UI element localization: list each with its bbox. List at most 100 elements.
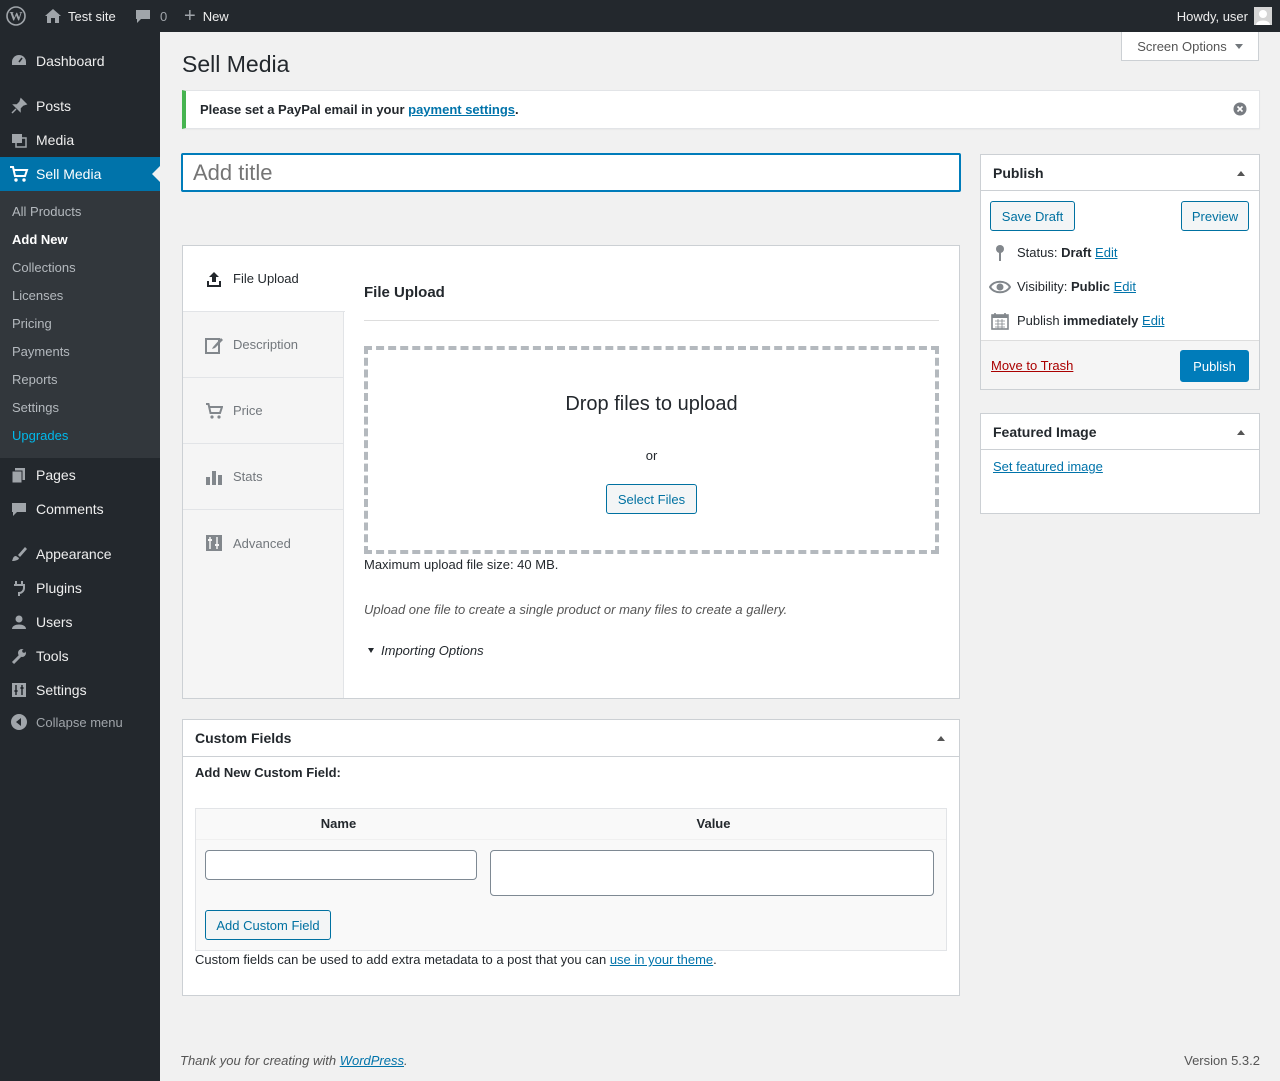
- menu-item-media[interactable]: Media: [0, 123, 160, 157]
- status-row: Status: Draft Edit: [991, 244, 1251, 262]
- publish-date-label: Publish: [1017, 313, 1064, 328]
- collapse-arrow-icon[interactable]: [1237, 430, 1245, 435]
- menu-label: Sell Media: [36, 166, 102, 182]
- drop-zone[interactable]: Drop files to upload or Select Files: [364, 346, 939, 554]
- menu-label: Users: [36, 614, 73, 630]
- visibility-value: Public: [1070, 279, 1110, 294]
- menu-item-appearance[interactable]: Appearance: [0, 537, 160, 571]
- svg-text:W: W: [10, 9, 23, 24]
- menu-item-posts[interactable]: Posts: [0, 89, 160, 123]
- visibility-row: Visibility: Public Edit: [988, 278, 1251, 296]
- publish-date-value: immediately: [1063, 313, 1139, 328]
- heading-divider: [364, 320, 939, 321]
- menu-item-pages[interactable]: Pages: [0, 458, 160, 492]
- custom-fields-header[interactable]: Custom Fields: [183, 720, 959, 757]
- header-divider: [196, 839, 946, 840]
- submenu-collections[interactable]: Collections: [12, 260, 76, 275]
- submenu-upgrades[interactable]: Upgrades: [12, 428, 68, 443]
- edit-status-link[interactable]: Edit: [1095, 245, 1117, 260]
- menu-item-settings[interactable]: Settings: [0, 673, 160, 707]
- menu-label: Comments: [36, 501, 104, 517]
- set-featured-image-link[interactable]: Set featured image: [993, 459, 1103, 474]
- collapse-menu-button[interactable]: Collapse menu: [0, 705, 160, 739]
- importing-options-toggle[interactable]: Importing Options: [364, 643, 484, 658]
- submenu-reports[interactable]: Reports: [12, 372, 58, 387]
- menu-label: Plugins: [36, 580, 82, 596]
- tab-price[interactable]: Price: [183, 378, 344, 444]
- tab-description[interactable]: Description: [183, 312, 344, 378]
- move-to-trash-link[interactable]: Move to Trash: [991, 358, 1073, 373]
- tab-stats[interactable]: Stats: [183, 444, 344, 510]
- wordpress-logo-icon[interactable]: W: [6, 0, 28, 32]
- howdy-text: Howdy, user: [1176, 8, 1248, 24]
- edit-publish-date-link[interactable]: Edit: [1142, 313, 1164, 328]
- publish-date-row: Publish immediately Edit: [991, 312, 1251, 330]
- collapse-arrow-icon[interactable]: [937, 736, 945, 741]
- tab-label: Advanced: [233, 535, 291, 551]
- wordpress-link[interactable]: WordPress: [340, 1053, 404, 1068]
- new-content-link[interactable]: + New: [184, 0, 229, 32]
- custom-field-value-input[interactable]: [490, 850, 934, 896]
- pin-icon: [993, 244, 1007, 265]
- menu-item-comments[interactable]: Comments: [0, 492, 160, 526]
- footer-end: .: [404, 1053, 408, 1068]
- add-custom-field-button[interactable]: Add Custom Field: [205, 910, 331, 940]
- custom-field-name-input[interactable]: [205, 850, 477, 880]
- media-icon: [9, 130, 29, 150]
- submenu-add-new[interactable]: Add New: [12, 232, 68, 247]
- name-column-header: Name: [320, 816, 357, 831]
- select-files-button[interactable]: Select Files: [606, 484, 697, 514]
- preview-button[interactable]: Preview: [1181, 201, 1249, 231]
- tab-file-upload[interactable]: File Upload: [183, 246, 345, 312]
- submenu-licenses[interactable]: Licenses: [12, 288, 63, 303]
- visibility-label: Visibility:: [1017, 279, 1071, 294]
- home-icon: [44, 7, 62, 25]
- menu-label: Appearance: [36, 546, 112, 562]
- menu-label: Settings: [36, 682, 87, 698]
- menu-item-sell-media[interactable]: Sell Media: [0, 157, 160, 191]
- my-account-link[interactable]: Howdy, user: [1177, 0, 1272, 32]
- publish-title: Publish: [993, 165, 1044, 181]
- notice-text: Please set a PayPal email in your: [200, 102, 409, 117]
- screen-options-button[interactable]: Screen Options: [1121, 32, 1259, 61]
- menu-item-dashboard[interactable]: Dashboard: [0, 44, 160, 78]
- custom-field-table: Name Value Add Custom Field: [195, 808, 947, 951]
- admin-menu: Dashboard Posts Media Sell Media All Pro…: [0, 32, 160, 1081]
- dismiss-icon[interactable]: [1233, 102, 1247, 116]
- menu-label: Pages: [36, 467, 76, 483]
- submenu-settings[interactable]: Settings: [12, 400, 59, 415]
- cart-icon: [9, 164, 29, 184]
- footer-version: Version 5.3.2: [1184, 1053, 1260, 1068]
- title-input[interactable]: [181, 153, 961, 192]
- site-name-link[interactable]: Test site: [44, 0, 116, 32]
- menu-label: Tools: [36, 648, 69, 664]
- use-in-theme-link[interactable]: use in your theme: [610, 952, 713, 967]
- comments-link[interactable]: 0: [134, 0, 167, 32]
- save-draft-button[interactable]: Save Draft: [990, 201, 1075, 231]
- menu-item-tools[interactable]: Tools: [0, 639, 160, 673]
- submenu-pricing[interactable]: Pricing: [12, 316, 52, 331]
- menu-item-users[interactable]: Users: [0, 605, 160, 639]
- collapse-arrow-icon[interactable]: [1237, 171, 1245, 176]
- dropdown-arrow-icon: [1234, 43, 1243, 49]
- featured-image-metabox: Featured Image Set featured image: [980, 413, 1260, 514]
- upload-hint: Upload one file to create a single produ…: [364, 602, 788, 617]
- plug-icon: [9, 578, 29, 598]
- sell-media-metabox: File Upload Description Price Stats Adva…: [182, 245, 960, 699]
- publish-metabox: Publish Save Draft Preview Status: Draft…: [980, 154, 1260, 390]
- publish-header[interactable]: Publish: [981, 155, 1259, 191]
- payment-settings-link[interactable]: payment settings: [408, 102, 515, 117]
- tab-advanced[interactable]: Advanced: [183, 510, 344, 576]
- submenu-payments[interactable]: Payments: [12, 344, 70, 359]
- menu-label: Posts: [36, 98, 72, 114]
- publish-button[interactable]: Publish: [1180, 350, 1249, 382]
- edit-visibility-link[interactable]: Edit: [1114, 279, 1136, 294]
- submenu-all-products[interactable]: All Products: [12, 204, 81, 219]
- menu-item-plugins[interactable]: Plugins: [0, 571, 160, 605]
- admin-bar: W Test site 0 + New Howdy, user: [0, 0, 1280, 32]
- publish-date-text: Publish immediately Edit: [1017, 313, 1164, 328]
- footer-thanks-text: Thank you for creating with: [180, 1053, 340, 1068]
- status-label: Status:: [1017, 245, 1062, 260]
- featured-image-header[interactable]: Featured Image: [981, 414, 1259, 450]
- tabs-column: File Upload Description Price Stats Adva…: [183, 246, 345, 698]
